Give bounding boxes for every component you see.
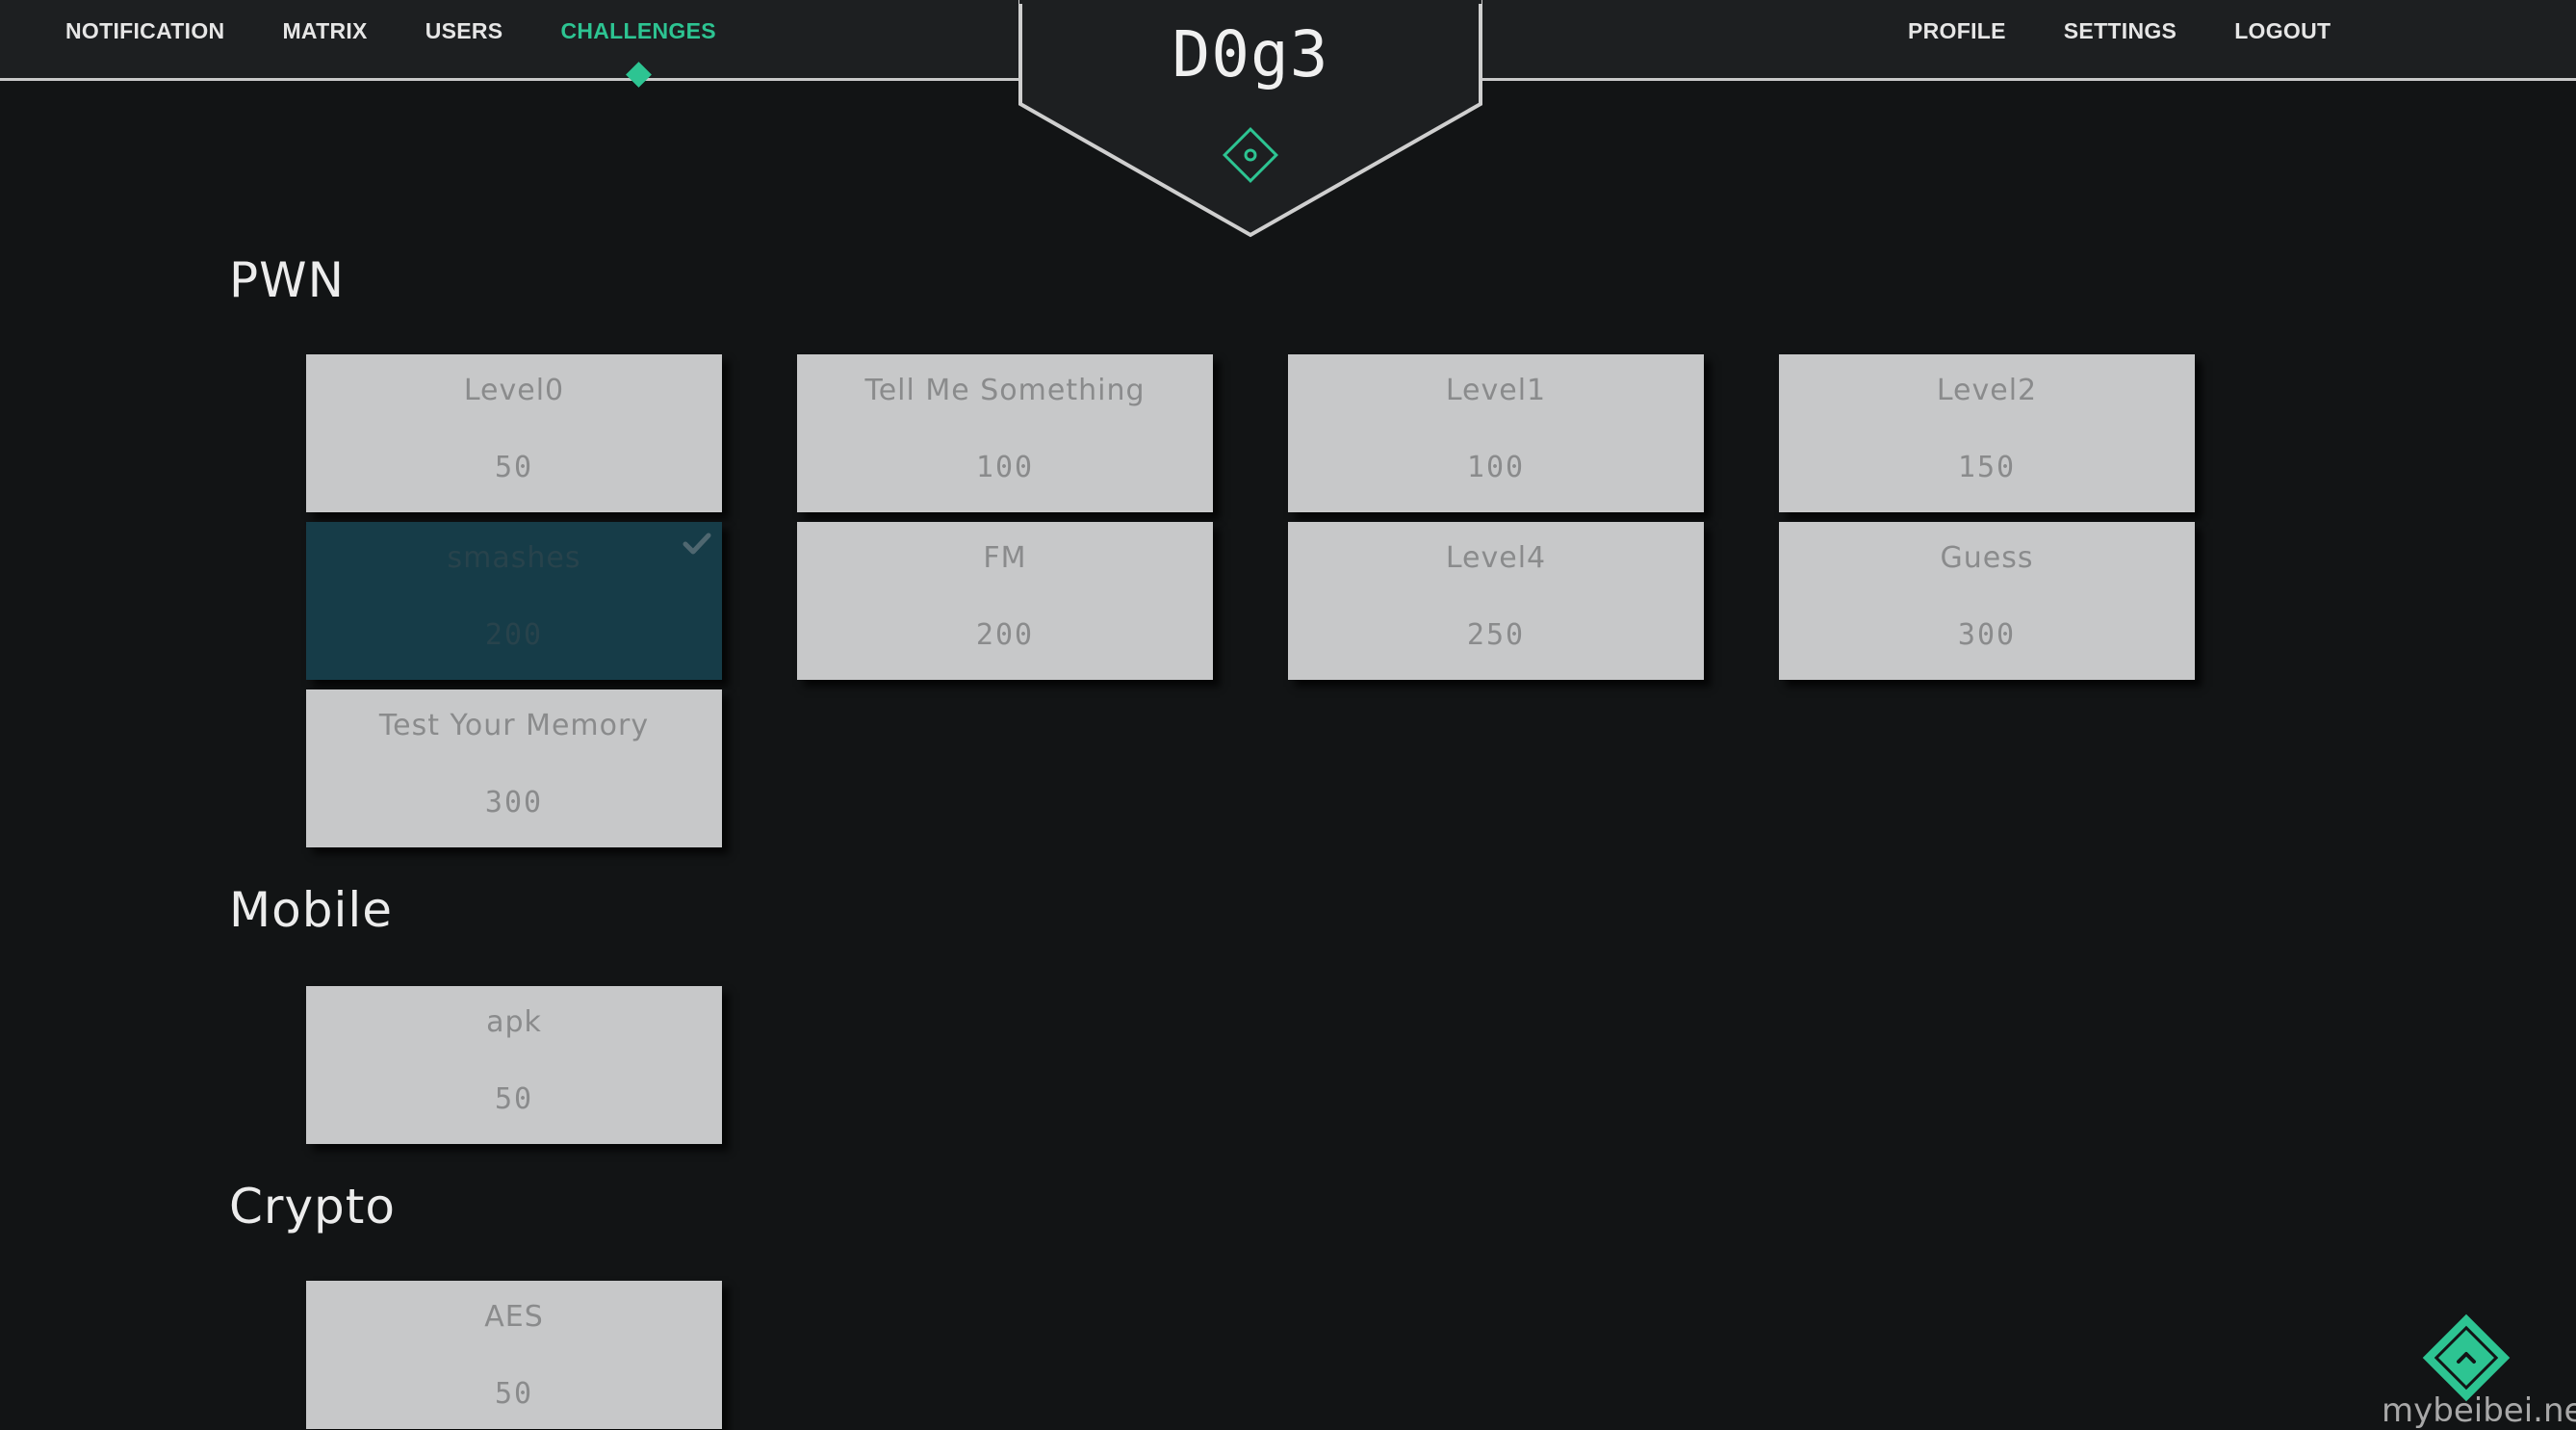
challenge-points: 100: [975, 451, 1035, 484]
watermark: mybeibei.net: [2382, 1391, 2576, 1430]
challenge-card-level1[interactable]: Level1 100: [1288, 354, 1704, 512]
challenge-card-apk[interactable]: apk 50: [306, 986, 722, 1144]
challenge-points: 300: [1957, 618, 2017, 652]
nav-matrix[interactable]: MATRIX: [282, 18, 367, 44]
nav-challenges-label: CHALLENGES: [560, 17, 716, 43]
challenge-card-level0[interactable]: Level0 50: [306, 354, 722, 512]
challenge-points: 100: [1466, 451, 1526, 484]
challenge-name: AES: [484, 1300, 544, 1334]
section-title-mobile: Mobile: [229, 882, 394, 938]
challenge-points: 50: [494, 1377, 534, 1411]
active-diamond-indicator: [626, 61, 653, 88]
diamond-target-icon: [1223, 127, 1278, 183]
challenge-card-level2[interactable]: Level2 150: [1779, 354, 2195, 512]
nav-users[interactable]: USERS: [425, 18, 503, 44]
challenge-name: Test Your Memory: [378, 709, 650, 742]
challenge-points: 50: [494, 1082, 534, 1116]
challenge-points: 250: [1466, 618, 1526, 652]
challenge-name: Level0: [463, 374, 565, 407]
logo-text: D0g3: [1172, 17, 1329, 91]
challenge-card-smashes[interactable]: smashes 200: [306, 522, 722, 680]
nav-profile[interactable]: PROFILE: [1908, 18, 2006, 44]
challenge-card-test-your-memory[interactable]: Test Your Memory 300: [306, 689, 722, 847]
challenge-name: Level4: [1445, 541, 1547, 575]
challenge-name: Tell Me Something: [864, 374, 1146, 407]
challenge-points: 200: [484, 618, 544, 652]
challenge-points: 300: [484, 786, 544, 819]
checkmark-icon: [683, 533, 711, 555]
challenge-points: 150: [1957, 451, 2017, 484]
challenge-name: Level2: [1936, 374, 2038, 407]
challenge-name: FM: [983, 541, 1027, 575]
challenge-name: apk: [486, 1005, 542, 1039]
nav-logout[interactable]: LOGOUT: [2234, 18, 2331, 44]
section-title-crypto: Crypto: [229, 1179, 396, 1235]
nav-settings[interactable]: SETTINGS: [2064, 18, 2177, 44]
challenge-name: Level1: [1445, 374, 1547, 407]
nav-notification[interactable]: NOTIFICATION: [65, 18, 224, 44]
nav-challenges[interactable]: CHALLENGES: [560, 17, 716, 88]
challenge-card-aes[interactable]: AES 50: [306, 1281, 722, 1429]
challenge-name: Guess: [1940, 541, 2034, 575]
challenge-points: 200: [975, 618, 1035, 652]
nav-left-group: NOTIFICATION MATRIX USERS CHALLENGES: [65, 0, 774, 88]
challenge-card-guess[interactable]: Guess 300: [1779, 522, 2195, 680]
logo-badge[interactable]: D0g3: [1018, 0, 1482, 241]
challenge-card-fm[interactable]: FM 200: [797, 522, 1213, 680]
nav-right-group: PROFILE SETTINGS LOGOUT: [1908, 0, 2388, 62]
challenge-card-level4[interactable]: Level4 250: [1288, 522, 1704, 680]
challenge-name: smashes: [447, 541, 581, 575]
section-title-pwn: PWN: [229, 252, 345, 308]
challenge-points: 50: [494, 451, 534, 484]
challenge-card-tell-me-something[interactable]: Tell Me Something 100: [797, 354, 1213, 512]
